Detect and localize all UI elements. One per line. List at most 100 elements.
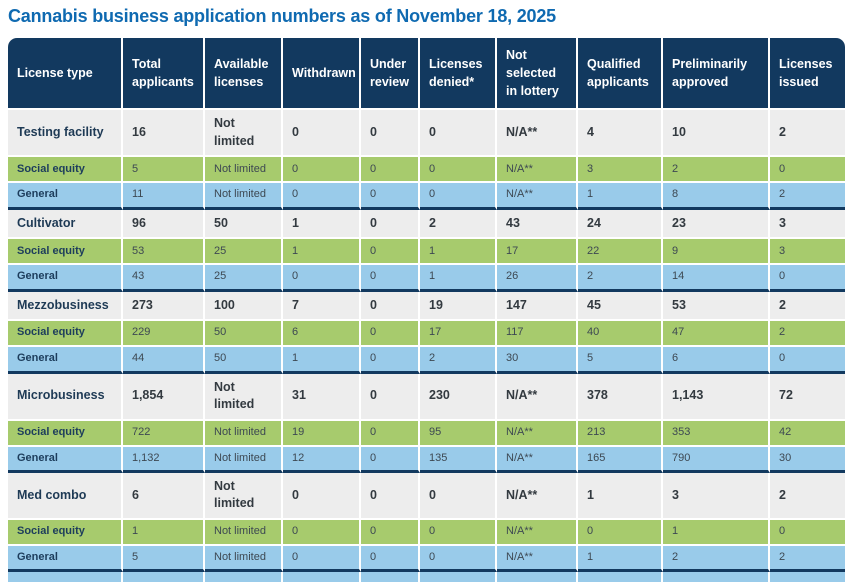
value-cell: 53 xyxy=(123,239,205,266)
column-header-9: Licenses issued xyxy=(770,38,845,111)
value-cell: 5 xyxy=(123,545,205,573)
value-cell: 31 xyxy=(283,373,361,421)
license-type-row: Med combo 6 Not limited 0 0 0 N/A** 1 3 2 xyxy=(8,472,845,520)
value-cell: 0 xyxy=(770,157,845,184)
value-cell: Not limited xyxy=(205,545,283,573)
value-cell: 0 xyxy=(283,472,361,520)
value-cell: 2 xyxy=(578,265,663,292)
partial-cell xyxy=(578,572,663,583)
value-cell: 1,143 xyxy=(663,373,770,421)
value-cell: 0 xyxy=(420,545,497,573)
row-label: Social equity xyxy=(8,321,123,348)
value-cell: 9 xyxy=(663,239,770,266)
value-cell: Not limited xyxy=(205,157,283,184)
value-cell: 117 xyxy=(497,321,578,348)
value-cell: 230 xyxy=(420,373,497,421)
value-cell: 0 xyxy=(361,347,420,374)
value-cell: N/A** xyxy=(497,110,578,158)
value-cell: 24 xyxy=(578,209,663,240)
value-cell: 0 xyxy=(361,519,420,546)
partial-cell xyxy=(420,572,497,583)
value-cell: 2 xyxy=(770,321,845,348)
value-cell: 0 xyxy=(361,321,420,348)
column-header-1: Total applicants xyxy=(123,38,205,111)
value-cell: 5 xyxy=(578,347,663,374)
value-cell: 19 xyxy=(420,291,497,322)
value-cell: 2 xyxy=(420,347,497,374)
value-cell: 17 xyxy=(497,239,578,266)
value-cell: 1,854 xyxy=(123,373,205,421)
value-cell: 353 xyxy=(663,420,770,447)
value-cell: 25 xyxy=(205,239,283,266)
value-cell: N/A** xyxy=(497,373,578,421)
value-cell: 3 xyxy=(770,239,845,266)
value-cell: 42 xyxy=(770,420,845,447)
value-cell: 12 xyxy=(283,446,361,473)
value-cell: 40 xyxy=(578,321,663,348)
value-cell: 5 xyxy=(123,157,205,184)
value-cell: 0 xyxy=(361,446,420,473)
column-header-2: Available licenses xyxy=(205,38,283,111)
value-cell: 95 xyxy=(420,420,497,447)
value-cell: 50 xyxy=(205,209,283,240)
column-header-4: Under review xyxy=(361,38,420,111)
partial-cell xyxy=(283,572,361,583)
header-row: License type Total applicants Available li… xyxy=(8,38,845,111)
value-cell: N/A** xyxy=(497,519,578,546)
value-cell: 2 xyxy=(663,545,770,573)
row-label: General xyxy=(8,545,123,573)
value-cell: 229 xyxy=(123,321,205,348)
value-cell: 0 xyxy=(770,519,845,546)
value-cell: 19 xyxy=(283,420,361,447)
value-cell: 0 xyxy=(361,110,420,158)
value-cell: 1,132 xyxy=(123,446,205,473)
value-cell: 30 xyxy=(497,347,578,374)
value-cell: 16 xyxy=(123,110,205,158)
row-label: Testing facility xyxy=(8,110,123,158)
value-cell: 0 xyxy=(283,157,361,184)
value-cell: 23 xyxy=(663,209,770,240)
value-cell: 165 xyxy=(578,446,663,473)
partial-cell xyxy=(361,572,420,583)
value-cell: 0 xyxy=(283,183,361,210)
applications-table: License type Total applicants Available li… xyxy=(8,38,845,583)
value-cell: 1 xyxy=(578,183,663,210)
value-cell: 0 xyxy=(420,472,497,520)
value-cell: 22 xyxy=(578,239,663,266)
value-cell: 0 xyxy=(361,373,420,421)
value-cell: 1 xyxy=(283,347,361,374)
partial-cell xyxy=(8,572,123,583)
value-cell: Not limited xyxy=(205,446,283,473)
value-cell: 0 xyxy=(283,545,361,573)
value-cell: N/A** xyxy=(497,472,578,520)
value-cell: 378 xyxy=(578,373,663,421)
value-cell: 790 xyxy=(663,446,770,473)
column-header-7: Qualified applicants xyxy=(578,38,663,111)
value-cell: 100 xyxy=(205,291,283,322)
value-cell: Not limited xyxy=(205,519,283,546)
social-equity-row: Social equity 722 Not limited 19 0 95 N/A** 213… xyxy=(8,420,845,447)
value-cell: 1 xyxy=(123,519,205,546)
value-cell: 44 xyxy=(123,347,205,374)
value-cell: 0 xyxy=(420,183,497,210)
social-equity-row: Social equity 229 50 6 0 17 117 40 47 2 xyxy=(8,321,845,348)
value-cell: 0 xyxy=(578,519,663,546)
value-cell: 4 xyxy=(578,110,663,158)
partial-cell xyxy=(205,572,283,583)
value-cell: 0 xyxy=(283,110,361,158)
license-type-row: Cultivator 96 50 1 0 2 43 24 23 3 xyxy=(8,209,845,240)
value-cell: 722 xyxy=(123,420,205,447)
value-cell: 0 xyxy=(420,110,497,158)
value-cell: 3 xyxy=(770,209,845,240)
value-cell: 3 xyxy=(663,472,770,520)
row-label: General xyxy=(8,446,123,473)
column-header-3: Withdrawn xyxy=(283,38,361,111)
value-cell: 0 xyxy=(770,265,845,292)
value-cell: 0 xyxy=(361,472,420,520)
partial-cell xyxy=(770,572,845,583)
value-cell: 96 xyxy=(123,209,205,240)
value-cell: 1 xyxy=(420,239,497,266)
row-label: Cultivator xyxy=(8,209,123,240)
value-cell: 0 xyxy=(361,183,420,210)
value-cell: 6 xyxy=(663,347,770,374)
